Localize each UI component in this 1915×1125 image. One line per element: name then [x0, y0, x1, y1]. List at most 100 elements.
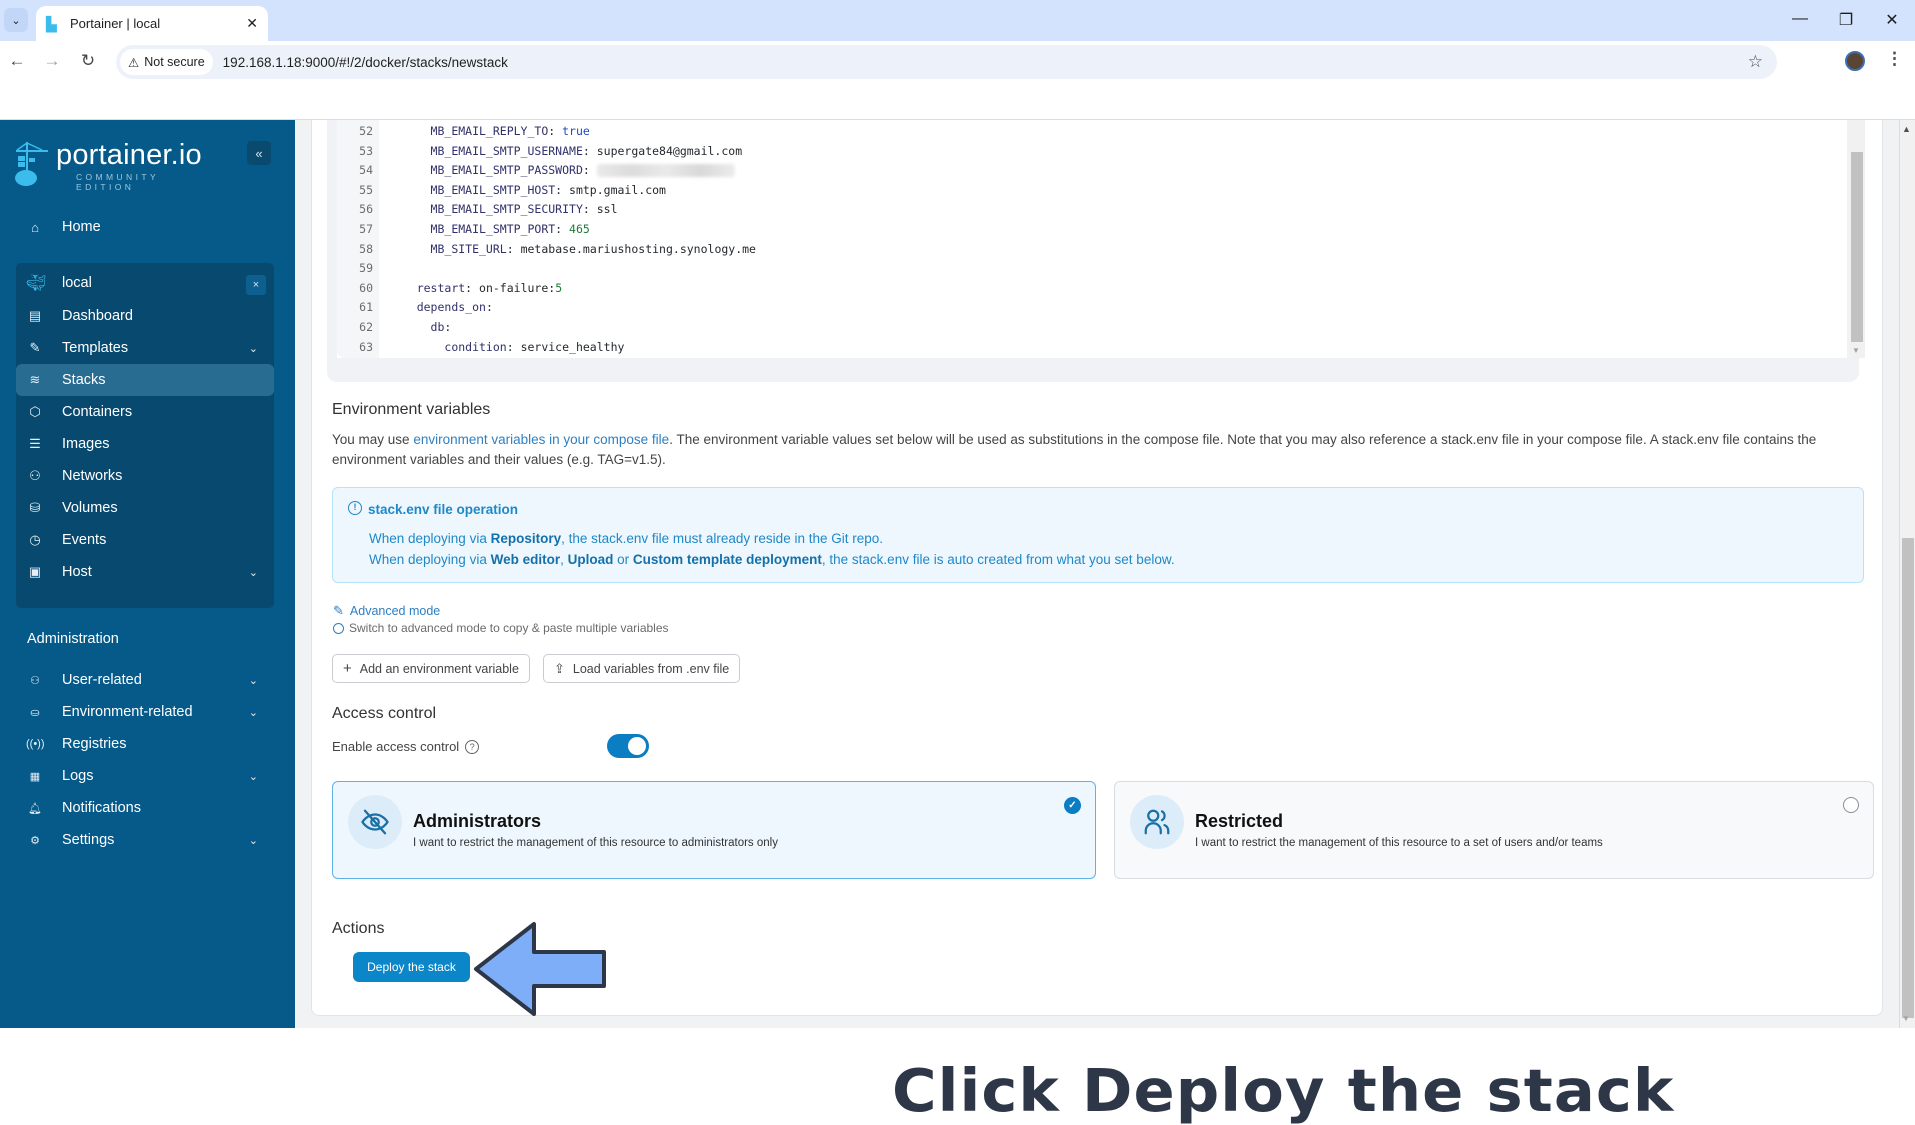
images-icon: ☰	[29, 436, 41, 451]
load-env-file-button[interactable]: ⇪ Load variables from .env file	[543, 654, 741, 683]
help-icon[interactable]: ?	[465, 739, 480, 754]
events-icon: ◷	[29, 532, 41, 547]
double-chevron-left-icon: «	[255, 145, 263, 161]
site-info-button[interactable]: ⚠ Not secure	[120, 49, 213, 75]
sidebar-item-notifications[interactable]: 🔔︎ Notifications	[16, 792, 274, 824]
browser-tab[interactable]: ▙ Portainer | local ✕	[36, 6, 268, 41]
sidebar-item-label: Notifications	[62, 800, 141, 816]
portainer-logo[interactable]: portainer.io COMMUNITY EDITION	[14, 140, 202, 192]
env-vars-docs-link[interactable]: environment variables in your compose fi…	[413, 432, 669, 447]
code-line[interactable]: depends_on:	[389, 300, 500, 314]
sidebar-item-stacks[interactable]: ≋ Stacks	[16, 364, 274, 396]
tab-list-button[interactable]: ⌄	[4, 8, 28, 32]
annotation-arrow-icon	[474, 922, 606, 1016]
code-line[interactable]: MB_EMAIL_SMTP_PASSWORD:	[389, 163, 735, 178]
back-icon[interactable]: ←	[7, 51, 27, 71]
restore-button[interactable]: ❐	[1836, 10, 1856, 30]
chevron-down-icon: ⌄	[11, 14, 21, 27]
code-line[interactable]: MB_EMAIL_REPLY_TO: true	[389, 124, 590, 138]
sidebar-item-registries[interactable]: ((•)) Registries	[16, 728, 274, 760]
profile-avatar[interactable]	[1845, 51, 1865, 71]
line-number: 54	[359, 163, 373, 178]
sidebar: portainer.io COMMUNITY EDITION « ⌂ Home …	[0, 120, 295, 1028]
access-control-heading: Access control	[332, 705, 437, 722]
browser-tab-bar: ⌄ ▙ Portainer | local ✕ — ❐ ✕	[0, 0, 1915, 41]
close-icon: ×	[252, 279, 260, 291]
code-line[interactable]: condition: service_healthy	[389, 340, 624, 354]
chevron-down-icon: ⌄	[248, 706, 258, 719]
access-option-restricted[interactable]: Restricted I want to restrict the manage…	[1114, 781, 1874, 879]
advanced-mode-link[interactable]: ✎ Advanced mode	[333, 603, 440, 619]
sidebar-item-dashboard[interactable]: ▤ Dashboard	[16, 300, 274, 332]
radio-button[interactable]	[1843, 797, 1859, 813]
sidebar-item-networks[interactable]: ⚇ Networks	[16, 460, 274, 492]
sidebar-item-events[interactable]: ◷ Events	[16, 524, 274, 556]
yaml-value: smtp.gmail.com	[569, 182, 666, 197]
info-line-repository: When deploying via Repository, the stack…	[369, 531, 883, 546]
code-line[interactable]: MB_EMAIL_SMTP_USERNAME: supergate84@gmai…	[389, 144, 743, 158]
scroll-down-arrow-icon[interactable]: ▼	[1852, 346, 1860, 355]
address-bar[interactable]: ⚠ Not secure 192.168.1.18:9000/#!/2/dock…	[116, 45, 1777, 79]
tab-close-icon[interactable]: ✕	[246, 15, 258, 32]
environment-header[interactable]: 🐳︎ local	[16, 267, 274, 299]
sidebar-item-label: Environment-related	[62, 704, 193, 720]
minimize-button[interactable]: —	[1790, 10, 1810, 28]
redacted-password	[596, 164, 735, 178]
access-control-toggle[interactable]	[607, 734, 649, 758]
code-line[interactable]: MB_EMAIL_SMTP_PORT: 465	[389, 222, 590, 236]
code-line[interactable]: MB_EMAIL_SMTP_HOST: smtp.gmail.com	[389, 183, 666, 197]
administration-heading: Administration	[27, 631, 119, 647]
editor-scrollbar-thumb[interactable]	[1851, 152, 1863, 342]
sidebar-item-templates[interactable]: ✎ Templates ⌄	[16, 332, 274, 364]
bookmark-star-icon[interactable]: ☆	[1748, 52, 1763, 72]
code-line[interactable]: MB_EMAIL_SMTP_SECURITY: ssl	[389, 202, 618, 216]
yaml-value: 465	[569, 222, 590, 236]
sidebar-item-volumes[interactable]: ⛁ Volumes	[16, 492, 274, 524]
code-line[interactable]: restart: on-failure:5	[389, 281, 562, 295]
yaml-key: depends_on	[416, 300, 486, 315]
sidebar-item-images[interactable]: ☰ Images	[16, 428, 274, 460]
page-scrollbar-thumb[interactable]	[1902, 538, 1914, 1018]
yaml-key: condition	[444, 339, 507, 354]
sidebar-item-label: Images	[62, 436, 110, 452]
home-icon: ⌂	[31, 219, 39, 235]
users-icon	[1130, 795, 1184, 849]
code-line[interactable]: MB_SITE_URL: metabase.mariushosting.syno…	[389, 242, 756, 256]
chevron-down-icon: ⌄	[248, 566, 258, 579]
stack-env-info-box: ! stack.env file operation When deployin…	[332, 487, 1864, 583]
sidebar-item-host[interactable]: ▣ Host ⌄	[16, 556, 274, 588]
forward-icon[interactable]: →	[42, 51, 62, 71]
deploy-stack-button[interactable]: Deploy the stack	[353, 952, 470, 982]
dashboard-icon: ▤	[28, 308, 42, 323]
enable-access-control-label: Enable access control ?	[332, 739, 480, 754]
sidebar-item-label: User-related	[62, 672, 142, 688]
browser-menu-icon[interactable]: ⋮	[1886, 49, 1903, 69]
access-option-administrators[interactable]: Administrators I want to restrict the ma…	[332, 781, 1096, 879]
scroll-down-arrow-icon[interactable]: ▼	[1902, 1014, 1910, 1023]
selected-check-icon: ✓	[1064, 797, 1081, 814]
docker-whale-icon: 🐳︎	[26, 275, 47, 292]
notifications-icon: 🔔︎	[28, 802, 42, 815]
scroll-up-arrow-icon[interactable]: ▲	[1902, 124, 1911, 134]
url-text[interactable]: 192.168.1.18:9000/#!/2/docker/stacks/new…	[223, 55, 508, 70]
sidebar-item-user-related[interactable]: ⚇ User-related ⌄	[16, 664, 274, 696]
compose-editor[interactable]: ▼ 52 MB_EMAIL_REPLY_TO: true 53 MB_EMAIL_…	[337, 120, 1865, 358]
line-number: 57	[359, 222, 373, 236]
sidebar-item-label: Events	[62, 532, 107, 548]
close-environment-button[interactable]: ×	[246, 275, 266, 295]
yaml-key: MB_EMAIL_SMTP_HOST	[430, 182, 556, 197]
sidebar-item-containers[interactable]: ⬡ Containers	[16, 396, 274, 428]
collapse-sidebar-button[interactable]: «	[247, 141, 271, 165]
add-env-variable-button[interactable]: + Add an environment variable	[332, 654, 530, 683]
sidebar-item-settings[interactable]: ⚙ Settings ⌄	[16, 824, 274, 856]
sidebar-item-logs[interactable]: ▦ Logs ⌄	[16, 760, 274, 792]
close-window-button[interactable]: ✕	[1882, 10, 1902, 30]
sidebar-item-environment-related[interactable]: ⛀ Environment-related ⌄	[16, 696, 274, 728]
portainer-logo-icon	[14, 140, 50, 188]
sidebar-item-home[interactable]: ⌂ Home	[16, 211, 274, 243]
reload-icon[interactable]: ↻	[78, 51, 98, 71]
chevron-down-icon: ⌄	[248, 834, 258, 847]
code-line[interactable]: db:	[389, 320, 458, 334]
toggle-knob	[628, 737, 646, 755]
yaml-key: MB_EMAIL_SMTP_PASSWORD	[430, 163, 583, 178]
